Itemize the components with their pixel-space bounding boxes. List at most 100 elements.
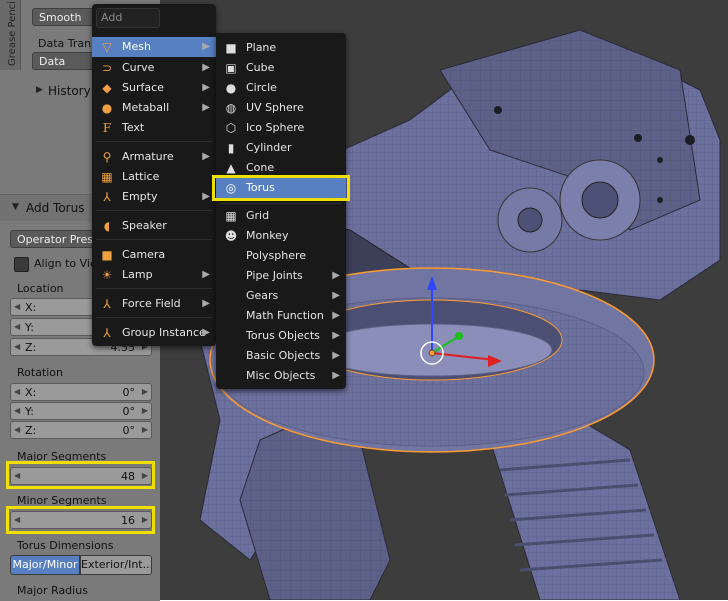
menu-separator bbox=[220, 203, 342, 204]
cube-icon: ▣ bbox=[225, 61, 237, 75]
add-menu-empty[interactable]: ⅄ Empty ▶ bbox=[92, 187, 216, 207]
submenu-arrow-icon: ▶ bbox=[202, 62, 210, 73]
submenu-arrow-icon: ▶ bbox=[202, 327, 210, 338]
operator-presets-label: Operator Prese bbox=[17, 233, 100, 246]
menu-separator bbox=[96, 210, 212, 211]
expand-arrow-icon[interactable]: ▶ bbox=[36, 85, 43, 95]
submenu-arrow-icon: ▶ bbox=[202, 82, 210, 93]
mesh-menu-uv-sphere[interactable]: ◍ UV Sphere bbox=[216, 98, 346, 118]
mesh-menu-grid[interactable]: ▦ Grid bbox=[216, 206, 346, 226]
exterior-interior-mode-button[interactable]: Exterior/Int... bbox=[80, 555, 152, 575]
submenu-arrow-icon: ▶ bbox=[202, 41, 210, 52]
torus-dimensions-label: Torus Dimensions bbox=[17, 539, 114, 552]
speaker-icon: ◖ bbox=[103, 219, 111, 233]
submenu-arrow-icon: ▶ bbox=[202, 151, 210, 162]
menu-separator bbox=[96, 141, 212, 142]
add-menu-speaker[interactable]: ◖ Speaker bbox=[92, 216, 216, 236]
menu-separator bbox=[96, 239, 212, 240]
add-menu-lamp[interactable]: ☀ Lamp ▶ bbox=[92, 265, 216, 285]
add-menu-surface[interactable]: ◆ Surface ▶ bbox=[92, 78, 216, 98]
menu-separator bbox=[96, 288, 212, 289]
submenu-arrow-icon: ▶ bbox=[332, 330, 340, 341]
ico-sphere-icon: ⬡ bbox=[225, 121, 237, 135]
metaball-icon: ● bbox=[101, 101, 113, 115]
mesh-menu-cylinder[interactable]: ▮ Cylinder bbox=[216, 138, 346, 158]
major-segments-highlight bbox=[6, 461, 155, 489]
add-menu-camera[interactable]: ■ Camera bbox=[92, 245, 216, 265]
submenu-arrow-icon: ▶ bbox=[202, 191, 210, 202]
history-panel-header[interactable]: History bbox=[48, 84, 91, 98]
mesh-menu-cube[interactable]: ▣ Cube bbox=[216, 58, 346, 78]
submenu-arrow-icon: ▶ bbox=[332, 350, 340, 361]
mesh-menu-circle[interactable]: ● Circle bbox=[216, 78, 346, 98]
data-dropdown[interactable]: Data bbox=[32, 52, 96, 70]
grease-pencil-tab[interactable]: Grease Penci bbox=[0, 0, 21, 70]
mesh-menu-plane[interactable]: ■ Plane bbox=[216, 38, 346, 58]
mesh-menu-pipe-joints[interactable]: Pipe Joints ▶ bbox=[216, 266, 346, 286]
rotation-label: Rotation bbox=[17, 366, 64, 379]
submenu-arrow-icon: ▶ bbox=[202, 102, 210, 113]
location-label: Location bbox=[17, 282, 64, 295]
major-minor-mode-button[interactable]: Major/Minor bbox=[10, 555, 80, 575]
submenu-arrow-icon: ▶ bbox=[202, 298, 210, 309]
camera-icon: ■ bbox=[101, 248, 113, 262]
rotation-y-field[interactable]: ◀ Y: 0° ▶ bbox=[10, 402, 152, 420]
mesh-menu-math-function[interactable]: Math Function ▶ bbox=[216, 306, 346, 326]
mesh-submenu: ■ Plane ▣ Cube ● Circle ◍ UV Sphere ⬡ Ic… bbox=[212, 33, 350, 389]
force-field-icon: ⅄ bbox=[103, 297, 111, 311]
align-to-view-checkbox[interactable] bbox=[14, 257, 29, 272]
add-menu-metaball[interactable]: ● Metaball ▶ bbox=[92, 98, 216, 118]
lattice-icon: ▦ bbox=[101, 170, 113, 184]
text-icon: F bbox=[102, 121, 112, 135]
plane-icon: ■ bbox=[225, 41, 237, 55]
submenu-arrow-icon: ▶ bbox=[332, 310, 340, 321]
curve-icon: ⊃ bbox=[101, 61, 113, 75]
cone-icon: ▲ bbox=[226, 161, 236, 175]
add-menu-curve[interactable]: ⊃ Curve ▶ bbox=[92, 58, 216, 78]
panel-title: Add Torus bbox=[26, 201, 85, 215]
circle-icon: ● bbox=[225, 81, 237, 95]
minor-segments-highlight bbox=[6, 506, 155, 534]
torus-highlight bbox=[212, 175, 350, 201]
add-menu-group-instance[interactable]: ⅄ Group Instance ▶ bbox=[92, 323, 216, 343]
tab-label: Grease Penci bbox=[6, 1, 18, 66]
submenu-arrow-icon: ▶ bbox=[332, 270, 340, 281]
major-radius-label: Major Radius bbox=[17, 584, 88, 597]
submenu-arrow-icon: ▶ bbox=[332, 370, 340, 381]
submenu-arrow-icon: ▶ bbox=[202, 269, 210, 280]
align-to-view-label: Align to Vie bbox=[34, 257, 97, 270]
rotation-z-field[interactable]: ◀ Z: 0° ▶ bbox=[10, 421, 152, 439]
mesh-menu-ico-sphere[interactable]: ⬡ Ico Sphere bbox=[216, 118, 346, 138]
group-instance-icon: ⅄ bbox=[103, 326, 111, 340]
data-value: Data bbox=[39, 55, 66, 68]
add-menu-mesh[interactable]: ▽ Mesh ▶ bbox=[92, 37, 216, 57]
add-menu-force-field[interactable]: ⅄ Force Field ▶ bbox=[92, 294, 216, 314]
submenu-arrow-icon: ▶ bbox=[332, 290, 340, 301]
smooth-dropdown[interactable]: Smooth bbox=[32, 8, 96, 26]
add-menu-lattice[interactable]: ▦ Lattice bbox=[92, 167, 216, 187]
add-menu-armature[interactable]: ⚲ Armature ▶ bbox=[92, 147, 216, 167]
menu-separator bbox=[96, 317, 212, 318]
mesh-menu-polysphere[interactable]: Polysphere bbox=[216, 246, 346, 266]
mesh-menu-monkey[interactable]: ☻ Monkey bbox=[216, 226, 346, 246]
data-transfer-label: Data Trans bbox=[38, 37, 97, 50]
mesh-menu-gears[interactable]: Gears ▶ bbox=[216, 286, 346, 306]
mesh-menu-misc-objects[interactable]: Misc Objects ▶ bbox=[216, 366, 346, 386]
mesh-icon: ▽ bbox=[102, 40, 112, 54]
lamp-icon: ☀ bbox=[101, 268, 113, 282]
add-menu-search[interactable]: Add bbox=[96, 8, 160, 28]
smooth-value: Smooth bbox=[39, 11, 82, 24]
armature-icon: ⚲ bbox=[102, 150, 112, 164]
collapse-arrow-icon[interactable]: ▼ bbox=[12, 202, 19, 212]
empty-icon: ⅄ bbox=[103, 190, 111, 204]
add-menu-text[interactable]: F Text bbox=[92, 118, 216, 138]
grid-icon: ▦ bbox=[225, 209, 237, 223]
mesh-menu-basic-objects[interactable]: Basic Objects ▶ bbox=[216, 346, 346, 366]
cylinder-icon: ▮ bbox=[227, 141, 235, 155]
rotation-x-field[interactable]: ◀ X: 0° ▶ bbox=[10, 383, 152, 401]
monkey-icon: ☻ bbox=[224, 229, 238, 243]
surface-icon: ◆ bbox=[102, 81, 112, 95]
uv-sphere-icon: ◍ bbox=[225, 101, 237, 115]
mesh-menu-torus-objects[interactable]: Torus Objects ▶ bbox=[216, 326, 346, 346]
add-menu: Add ▽ Mesh ▶ ⊃ Curve ▶ ◆ Surface ▶ ● Metaba… bbox=[92, 4, 216, 346]
